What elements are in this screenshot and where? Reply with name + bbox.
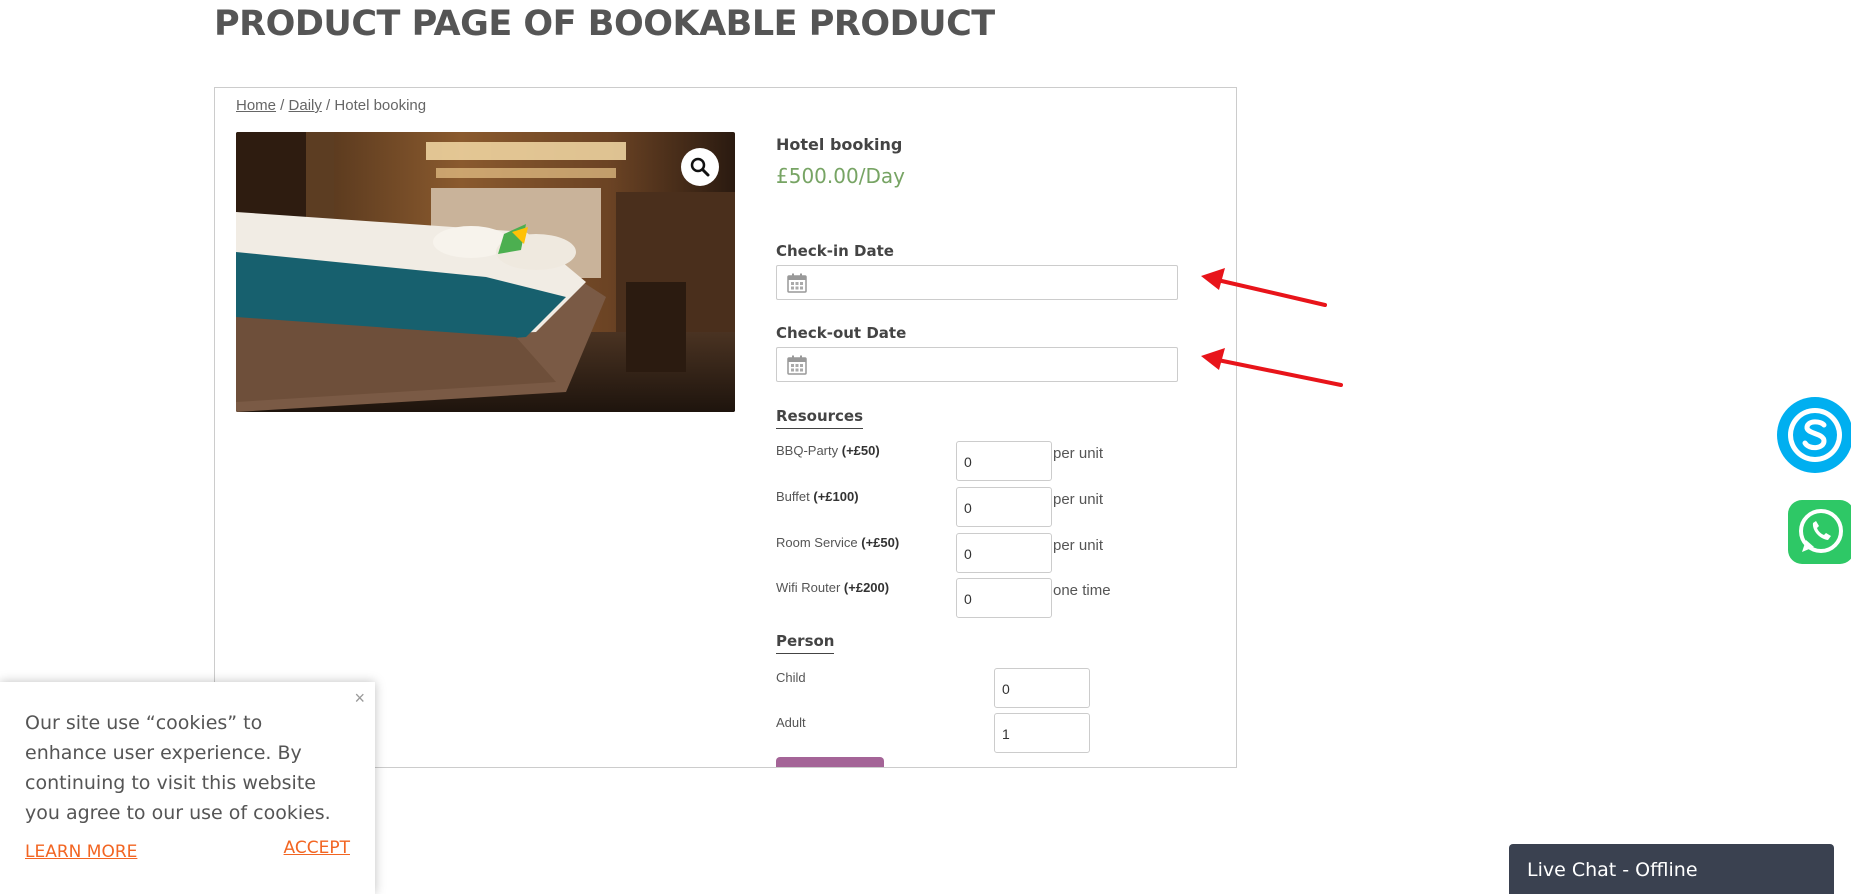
product-price: £500.00/Day — [776, 164, 905, 188]
resource-label: Buffet (+£100) — [776, 489, 859, 504]
product-name: Hotel booking — [776, 135, 903, 154]
resource-quantity-input[interactable]: 0 — [956, 578, 1052, 618]
calendar-icon — [787, 355, 807, 375]
live-chat-label: Live Chat - Offline — [1527, 859, 1698, 881]
skype-icon — [1788, 408, 1842, 462]
resource-name: Buffet — [776, 489, 810, 504]
breadcrumb-separator: / — [276, 97, 289, 114]
resource-unit: one time — [1053, 582, 1111, 599]
page-title: PRODUCT PAGE OF BOOKABLE PRODUCT — [214, 4, 995, 44]
annotation-arrow — [1201, 348, 1343, 387]
checkin-label: Check-in Date — [776, 242, 894, 260]
breadcrumb-home-link[interactable]: Home — [236, 97, 276, 114]
skype-button[interactable] — [1777, 397, 1851, 473]
product-summary: Hotel booking £500.00/Day Check-in Date … — [776, 88, 1226, 767]
accept-cookies-button[interactable]: ACCEPT — [284, 838, 350, 858]
cookie-notice: × Our site use “cookies” to enhance user… — [0, 682, 375, 894]
checkout-label: Check-out Date — [776, 324, 907, 342]
resource-price: (+£100) — [813, 489, 859, 504]
resource-unit: per unit — [1053, 537, 1104, 554]
resource-name: Room Service — [776, 535, 858, 550]
person-count-input[interactable]: 1 — [994, 713, 1090, 753]
resource-quantity-input[interactable]: 0 — [956, 533, 1052, 573]
resource-quantity-input[interactable]: 0 — [956, 441, 1052, 481]
breadcrumb-current: Hotel booking — [334, 97, 427, 114]
book-now-button[interactable] — [776, 757, 884, 767]
breadcrumb-category-link[interactable]: Daily — [289, 97, 322, 114]
resource-unit: per unit — [1053, 445, 1104, 462]
person-heading: Person — [776, 632, 835, 654]
product-image[interactable] — [236, 132, 735, 412]
breadcrumb-separator: / — [321, 97, 335, 114]
person-count-input[interactable]: 0 — [994, 668, 1090, 708]
person-label: Child — [776, 670, 806, 685]
checkout-date-input[interactable] — [776, 347, 1178, 382]
resource-name: Wifi Router — [776, 580, 841, 595]
calendar-icon — [787, 273, 807, 293]
resource-unit: per unit — [1053, 491, 1104, 508]
cookie-text: Our site use “cookies” to enhance user e… — [25, 712, 331, 824]
breadcrumb: Home / Daily / Hotel booking — [236, 97, 426, 114]
resource-label: Room Service (+£50) — [776, 535, 899, 550]
hotel-room-photo — [236, 132, 735, 412]
resource-label: BBQ-Party (+£50) — [776, 443, 880, 458]
magnifier-icon — [690, 157, 710, 177]
annotation-arrow — [1201, 268, 1327, 307]
live-chat-widget[interactable]: Live Chat - Offline — [1509, 844, 1834, 894]
whatsapp-button[interactable] — [1788, 500, 1851, 564]
whatsapp-icon — [1799, 509, 1843, 553]
resource-label: Wifi Router (+£200) — [776, 580, 889, 595]
close-icon[interactable]: × — [354, 688, 365, 709]
resources-heading: Resources — [776, 407, 864, 429]
product-frame: Home / Daily / Hotel booking Hotel booki… — [214, 87, 1237, 768]
resource-name: BBQ-Party — [776, 443, 839, 458]
zoom-button[interactable] — [681, 148, 719, 186]
person-label: Adult — [776, 715, 806, 730]
resource-price: (+£50) — [841, 443, 880, 458]
resource-price: (+£50) — [861, 535, 900, 550]
checkin-date-input[interactable] — [776, 265, 1178, 300]
resource-price: (+£200) — [843, 580, 890, 595]
resource-quantity-input[interactable]: 0 — [956, 487, 1052, 527]
learn-more-link[interactable]: LEARN MORE — [25, 842, 137, 862]
